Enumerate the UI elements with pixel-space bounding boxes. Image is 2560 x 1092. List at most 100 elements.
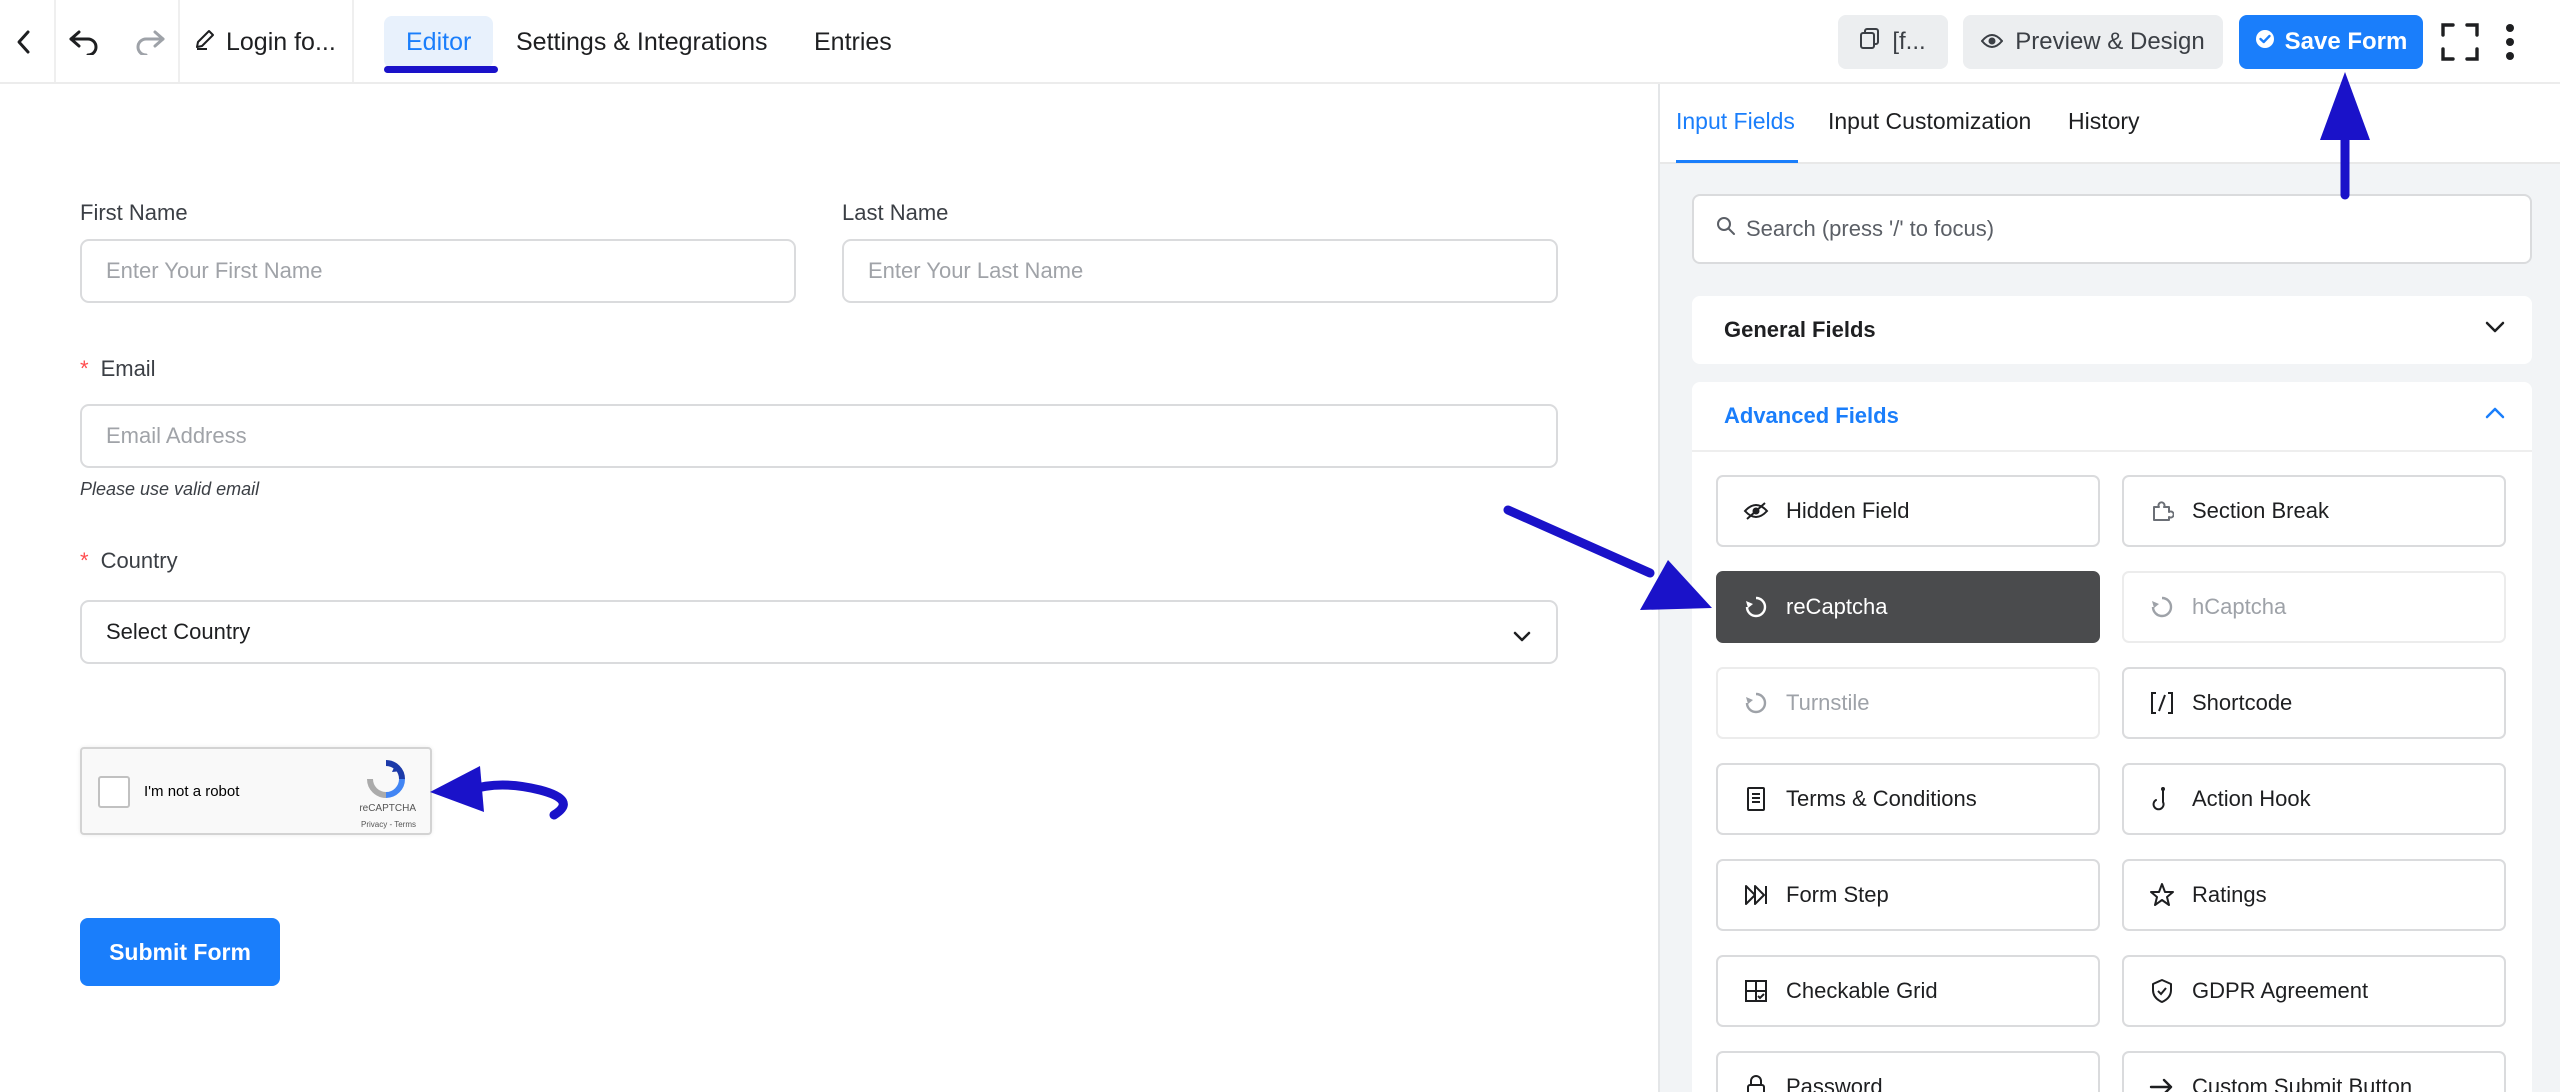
fields-sidebar: Input Fields Input Customization History…: [1658, 84, 2560, 1092]
preview-design-button[interactable]: Preview & Design: [1963, 15, 2223, 69]
field-button-label: Form Step: [1786, 882, 1889, 907]
field-search-input[interactable]: Search (press '/' to focus): [1692, 194, 2532, 264]
field-button-checkable-grid[interactable]: Checkable Grid: [1716, 955, 2100, 1027]
recaptcha-widget: I'm not a robot reCAPTCHA Privacy - Term…: [80, 747, 432, 835]
lock-icon: [1742, 1073, 1770, 1092]
active-tab-indicator: [1676, 160, 1798, 163]
field-button-hidden-field[interactable]: Hidden Field: [1716, 475, 2100, 547]
tab-editor[interactable]: Editor: [384, 16, 494, 68]
save-form-button[interactable]: Save Form: [2239, 15, 2423, 69]
field-button-recaptcha[interactable]: reCaptcha: [1716, 571, 2100, 643]
tab-settings-integrations[interactable]: Settings & Integrations: [494, 16, 790, 68]
tab-entries[interactable]: Entries: [792, 16, 914, 68]
first-name-label: First Name: [80, 200, 188, 225]
country-select[interactable]: Select Country: [80, 600, 1558, 664]
chevron-up-icon[interactable]: [2484, 406, 2506, 425]
last-name-input[interactable]: Enter Your Last Name: [842, 239, 1558, 303]
back-icon[interactable]: [2, 20, 46, 64]
chevron-down-icon: [1512, 624, 1532, 650]
star-icon: [2148, 881, 2176, 909]
redo-icon[interactable]: [128, 20, 172, 64]
puzzle-icon: [2148, 497, 2176, 525]
tab-entries-label: Entries: [814, 27, 892, 56]
field-button-gdpr-agreement[interactable]: GDPR Agreement: [2122, 955, 2506, 1027]
first-name-input[interactable]: Enter Your First Name: [80, 239, 796, 303]
form-title-text: Login fo...: [226, 27, 336, 56]
field-button-terms-conditions[interactable]: Terms & Conditions: [1716, 763, 2100, 835]
step-forward-icon: [1742, 881, 1770, 909]
country-select-value: Select Country: [106, 619, 251, 644]
submit-form-button[interactable]: Submit Form: [80, 918, 280, 986]
tab-input-customization[interactable]: Input Customization: [1828, 108, 2031, 135]
undo-icon[interactable]: [62, 20, 106, 64]
field-button-label: Checkable Grid: [1786, 978, 1938, 1003]
shield-icon: [2148, 977, 2176, 1005]
field-button-custom-submit-button[interactable]: Custom Submit Button: [2122, 1051, 2506, 1092]
chevron-down-icon: [2484, 320, 2506, 339]
tab-editor-label: Editor: [406, 27, 472, 56]
field-button-label: hCaptcha: [2192, 594, 2287, 619]
general-fields-header: General Fields: [1724, 317, 1876, 342]
field-button-password[interactable]: Password: [1716, 1051, 2100, 1092]
field-button-action-hook[interactable]: Action Hook: [2122, 763, 2506, 835]
email-input[interactable]: Email Address: [80, 404, 1558, 468]
field-button-shortcode[interactable]: Shortcode: [2122, 667, 2506, 739]
recaptcha-checkbox[interactable]: [98, 776, 130, 808]
general-fields-panel[interactable]: General Fields: [1692, 296, 2532, 364]
first-name-placeholder: Enter Your First Name: [106, 258, 323, 283]
field-button-label: Password: [1786, 1074, 1883, 1092]
recaptcha-logo-icon: [366, 759, 406, 804]
field-button-label: Hidden Field: [1786, 498, 1910, 523]
field-button-label: Shortcode: [2192, 690, 2293, 715]
required-mark: *: [80, 548, 89, 573]
field-button-label: Terms & Conditions: [1786, 786, 1977, 811]
divider: [178, 0, 180, 82]
eye-slash-icon: [1742, 497, 1770, 525]
save-label: Save Form: [2284, 28, 2408, 55]
required-mark: *: [80, 356, 89, 381]
grid-check-icon: [1742, 977, 1770, 1005]
field-button-section-break[interactable]: Section Break: [2122, 475, 2506, 547]
field-button-label: reCaptcha: [1786, 594, 1888, 619]
form-canvas: First Name Enter Your First Name Last Na…: [0, 84, 1658, 1092]
field-button-turnstile[interactable]: Turnstile: [1716, 667, 2100, 739]
field-button-label: GDPR Agreement: [2192, 978, 2369, 1003]
field-button-label: Ratings: [2192, 882, 2267, 907]
eye-icon: [1980, 28, 2004, 56]
field-button-form-step[interactable]: Form Step: [1716, 859, 2100, 931]
recaptcha-icon: [1742, 593, 1770, 621]
field-button-label: Section Break: [2192, 498, 2329, 523]
email-help-text: Please use valid email: [80, 479, 260, 499]
recaptcha-brand: reCAPTCHA: [359, 803, 416, 814]
field-button-ratings[interactable]: Ratings: [2122, 859, 2506, 931]
form-title[interactable]: Login fo...: [194, 21, 336, 63]
last-name-label: Last Name: [842, 200, 949, 225]
email-label: * Email: [80, 356, 156, 382]
preview-label: Preview & Design: [2015, 28, 2205, 55]
divider: [352, 0, 354, 82]
shortcode-label: [f...: [1892, 28, 1926, 55]
divider: [54, 0, 56, 82]
arrow-right-icon: [2148, 1073, 2176, 1092]
shortcode-copy-button[interactable]: [f...: [1838, 15, 1948, 69]
email-placeholder: Email Address: [106, 423, 247, 448]
tab-input-fields[interactable]: Input Fields: [1676, 108, 1795, 135]
shortcode-icon: [2148, 689, 2176, 717]
advanced-fields-panel: Advanced Fields Hidden Field Section Brea…: [1692, 382, 2532, 1092]
field-button-hcaptcha[interactable]: hCaptcha: [2122, 571, 2506, 643]
submit-label: Submit Form: [109, 938, 251, 965]
advanced-fields-header[interactable]: Advanced Fields: [1724, 382, 1899, 450]
copy-icon: [1860, 27, 1880, 57]
search-placeholder: Search (press '/' to focus): [1746, 216, 1995, 241]
top-bar: Login fo... Editor Settings & Integratio…: [0, 0, 2560, 84]
fullscreen-icon[interactable]: [2438, 20, 2482, 64]
tab-history[interactable]: History: [2068, 108, 2140, 135]
divider: [1692, 450, 2532, 452]
captcha-icon: [2148, 593, 2176, 621]
recaptcha-links[interactable]: Privacy - Terms: [361, 820, 416, 829]
sidebar-tabs: Input Fields Input Customization History: [1660, 84, 2560, 164]
edit-icon: [194, 28, 216, 57]
more-options-icon[interactable]: [2488, 20, 2532, 64]
search-icon: [1716, 216, 1736, 242]
tab-settings-label: Settings & Integrations: [516, 27, 768, 56]
